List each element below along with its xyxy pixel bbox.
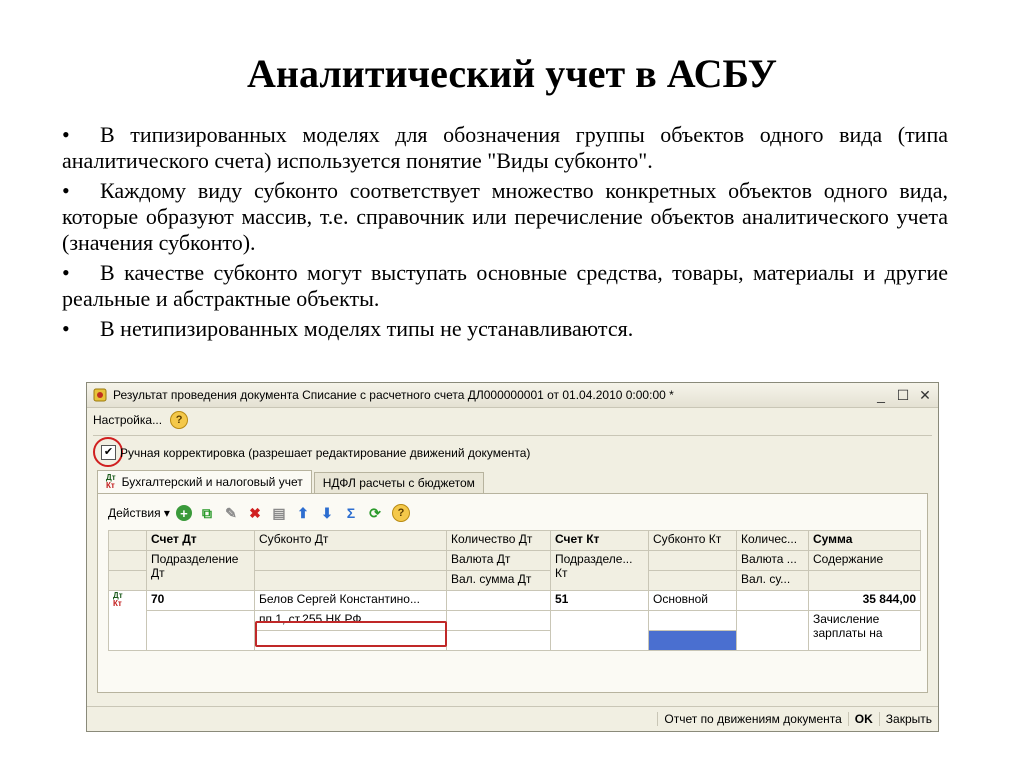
window-menubar: Настройка... ? (87, 409, 189, 431)
separator (93, 435, 932, 436)
column-header[interactable]: Субконто Дт (254, 530, 447, 551)
bullet-text: В типизированных моделях для обозначения… (62, 122, 948, 173)
column-header[interactable] (254, 570, 447, 591)
column-header[interactable]: Сумма (808, 530, 921, 551)
bullet-marker: • (62, 260, 70, 285)
marker-column (108, 570, 147, 591)
column-header[interactable]: Валюта Дт (446, 550, 551, 571)
document-app-icon (93, 388, 107, 402)
column-header[interactable] (648, 550, 737, 571)
tab-accounting[interactable]: Дт Кт Бухгалтерский и налоговый учет (97, 470, 312, 493)
actions-menu[interactable]: Действия ▾ (108, 506, 170, 520)
column-header[interactable]: Количество Дт (446, 530, 551, 551)
refresh-icon[interactable]: ⟳ (366, 504, 384, 522)
table-cell[interactable]: 35 844,00 (808, 590, 921, 611)
window-statusbar: Отчет по движениям документа OK Закрыть (87, 706, 938, 731)
column-header[interactable] (808, 570, 921, 591)
slide-title: Аналитический учет в АСБУ (247, 51, 777, 96)
dt-kt-icon: Дт Кт (106, 474, 116, 490)
column-header[interactable]: Счет Дт (146, 530, 255, 551)
tab-strip: Дт Кт Бухгалтерский и налоговый учет НДФЛ… (97, 470, 486, 493)
tab-ndfl-label: НДФЛ расчеты с бюджетом (322, 476, 475, 490)
end-edit-icon[interactable]: ▤ (270, 504, 288, 522)
delete-icon[interactable]: ✖ (246, 504, 264, 522)
tab-accounting-label: Бухгалтерский и налоговый учет (121, 475, 303, 489)
table-cell[interactable] (550, 610, 649, 651)
column-header[interactable] (648, 570, 737, 591)
table-cell[interactable]: 70 (146, 590, 255, 611)
bullet-item: • В типизированных моделях для обозначени… (62, 122, 948, 174)
table-cell[interactable] (648, 610, 737, 631)
grid-toolbar: Действия ▾ + ⧉ ✎ ✖ ▤ ⬆ ⬇ Σ ⟳ ? (108, 502, 410, 524)
column-header[interactable]: Подразделе... Кт (550, 550, 649, 591)
table-cell[interactable] (446, 630, 551, 651)
highlight-box (255, 621, 447, 647)
actions-label: Действия (108, 506, 161, 520)
minimize-icon[interactable]: _ (872, 387, 890, 403)
column-header[interactable]: Субконто Кт (648, 530, 737, 551)
bullet-text: В нетипизированных моделях типы не устан… (100, 316, 634, 341)
table-row[interactable]: пп.1, ст.255 НК РФ Зачисление зарплаты н… (109, 610, 921, 651)
close-icon[interactable]: ✕ (916, 387, 934, 403)
tab-panel: Действия ▾ + ⧉ ✎ ✖ ▤ ⬆ ⬇ Σ ⟳ ? Счет Дт С… (97, 493, 928, 693)
table-cell[interactable] (146, 610, 255, 651)
dt-kt-icon: Дт Кт (108, 590, 147, 651)
bullet-item: • В нетипизированных моделях типы не уста… (62, 316, 948, 342)
bullet-item: • В качестве субконто могут выступать осн… (62, 260, 948, 312)
edit-icon[interactable]: ✎ (222, 504, 240, 522)
bullet-marker: • (62, 178, 70, 203)
sum-icon[interactable]: Σ (342, 504, 360, 522)
bullet-text: В качестве субконто могут выступать осно… (62, 260, 948, 311)
manual-correction-checkbox[interactable]: ✔ (101, 445, 116, 460)
report-button[interactable]: Отчет по движениям документа (657, 712, 847, 726)
move-down-icon[interactable]: ⬇ (318, 504, 336, 522)
manual-correction-row: ✔ Ручная корректировка (разрешает редакт… (101, 445, 530, 460)
maximize-icon[interactable]: ☐ (894, 387, 912, 403)
table-header-row: Подразделение Дт Валюта Дт Подразделе...… (108, 550, 921, 591)
document-result-window: Результат проведения документа Списание … (86, 382, 939, 732)
column-header[interactable]: Содержание (808, 550, 921, 571)
table-row[interactable]: Дт Кт 70 Белов Сергей Константино... 51 О… (108, 590, 921, 651)
selected-cell[interactable] (648, 630, 737, 651)
column-header[interactable]: Вал. сумма Дт (446, 570, 551, 591)
column-header[interactable]: Валюта ... (736, 550, 809, 571)
table-cell[interactable]: Основной (648, 590, 737, 611)
copy-icon[interactable]: ⧉ (198, 504, 216, 522)
add-icon[interactable]: + (175, 505, 192, 521)
table-cell[interactable] (446, 610, 551, 631)
marker-column (108, 550, 147, 571)
window-titlebar[interactable]: Результат проведения документа Списание … (87, 383, 938, 408)
table-cell[interactable]: 51 (550, 590, 649, 611)
column-header[interactable]: Подразделение Дт (146, 550, 255, 591)
tab-ndfl[interactable]: НДФЛ расчеты с бюджетом (313, 472, 484, 493)
manual-correction-label: Ручная корректировка (разрешает редактир… (120, 445, 531, 460)
table-header-row: Счет Дт Субконто Дт Количество Дт Счет К… (108, 530, 921, 551)
close-button[interactable]: Закрыть (878, 712, 938, 726)
bullet-list: • В типизированных моделях для обозначени… (62, 122, 948, 346)
table-cell[interactable] (736, 590, 809, 611)
help-icon[interactable]: ? (391, 504, 410, 522)
column-header[interactable] (254, 550, 447, 571)
table-cell[interactable]: Белов Сергей Константино... (254, 590, 447, 611)
table-cell[interactable] (736, 610, 809, 651)
kt-label: Кт (113, 599, 122, 608)
column-header[interactable]: Счет Кт (550, 530, 649, 551)
ok-button[interactable]: OK (847, 712, 879, 726)
kt-label: Кт (106, 481, 115, 490)
column-header[interactable]: Вал. су... (736, 570, 809, 591)
bullet-text: Каждому виду субконто соответствует множ… (62, 178, 948, 255)
settings-menu[interactable]: Настройка... (93, 413, 162, 427)
window-title: Результат проведения документа Списание … (113, 388, 674, 402)
table-cell[interactable]: Зачисление зарплаты на (808, 610, 921, 651)
marker-column (108, 530, 147, 551)
help-icon[interactable]: ? (170, 411, 189, 429)
entries-table: Счет Дт Субконто Дт Количество Дт Счет К… (108, 530, 921, 651)
bullet-item: • Каждому виду субконто соответствует мно… (62, 178, 948, 256)
table-cell[interactable] (446, 590, 551, 611)
bullet-marker: • (62, 122, 70, 147)
move-up-icon[interactable]: ⬆ (294, 504, 312, 522)
column-header[interactable]: Количес... (736, 530, 809, 551)
bullet-marker: • (62, 316, 70, 341)
